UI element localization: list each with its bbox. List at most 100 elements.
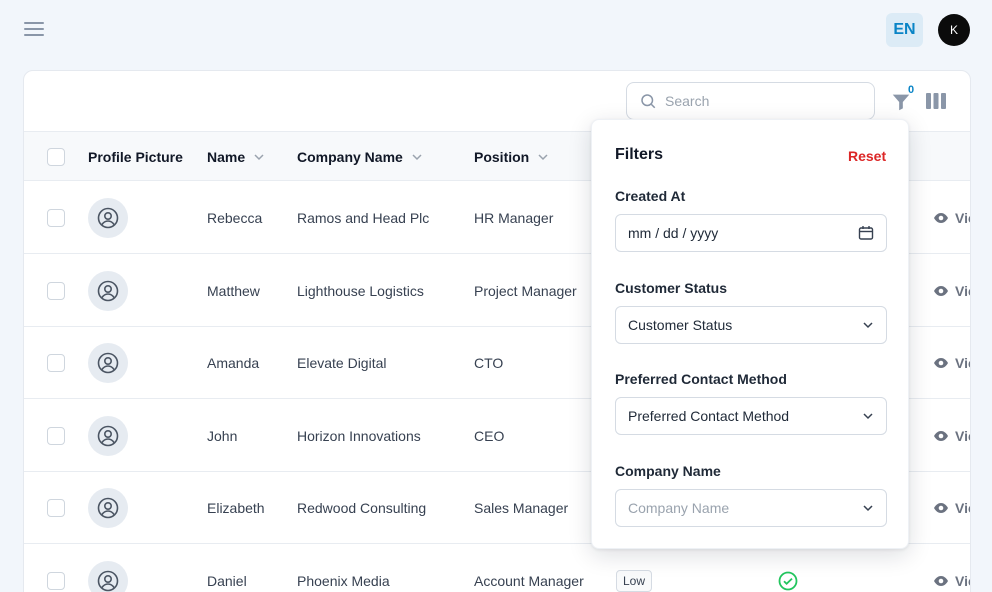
position-cell: HR Manager [474,210,554,226]
search-box[interactable] [626,82,875,120]
filters-panel: Filters Reset Created At mm / dd / yyyy … [591,119,909,549]
position-cell: CTO [474,355,504,371]
customer-status-select[interactable]: Customer Status [615,306,887,344]
search-input[interactable] [665,93,855,109]
calendar-icon[interactable] [858,225,874,241]
profile-picture-cell [88,182,128,254]
avatar [88,488,128,528]
name-cell: Amanda [207,355,260,371]
preferred-contact-label: Preferred Contact Method [615,371,787,387]
view-button[interactable]: Vie [933,572,970,589]
column-header-company-name[interactable]: Company Name [297,132,423,182]
view-button[interactable]: Vie [933,355,970,371]
eye-icon [934,430,948,441]
reset-filters-button[interactable]: Reset [848,148,886,164]
user-avatar-button[interactable]: K [938,14,970,46]
name-cell: Rebecca [207,210,263,226]
check-circle-icon [778,571,798,590]
view-action-cell: Vie [933,255,970,327]
eye-icon [934,503,948,513]
position-cell: Sales Manager [474,500,569,516]
row-select-cell [47,472,65,544]
user-icon [97,352,119,374]
avatar [88,198,128,238]
profile-picture-cell [88,545,128,592]
view-button[interactable]: Vie [933,427,970,444]
columns-toggle-icon[interactable] [926,93,946,109]
view-label: Vie [955,427,970,444]
company-cell: Elevate Digital [297,355,387,371]
row-checkbox[interactable] [47,281,65,300]
company-name-label: Company Name [615,463,721,479]
user-icon [97,280,119,301]
name-cell: Daniel [207,572,247,589]
view-button[interactable]: Vie [933,500,970,516]
company-cell: Horizon Innovations [297,427,421,444]
customer-status-label: Customer Status [615,280,728,296]
name-cell: John [207,427,238,444]
view-label: Vie [955,355,970,371]
created-at-date-input[interactable]: mm / dd / yyyy [615,214,887,252]
view-action-cell: Vie [933,182,970,254]
user-icon [97,207,119,229]
company-name-placeholder: Company Name [628,500,730,516]
created-at-placeholder: mm / dd / yyyy [628,225,719,241]
profile-picture-cell [88,327,128,399]
company-cell: Ramos and Head Plc [297,210,430,226]
view-button[interactable]: Vie [933,282,970,299]
chevron-down-icon [538,154,548,161]
eye-icon [934,358,948,368]
table-row[interactable]: Daniel Phoenix Media Account Manager Low Vie [24,545,970,592]
filter-count-badge: 0 [908,84,915,96]
user-icon [97,425,119,446]
chevron-down-icon [254,154,264,161]
view-button[interactable]: Vie [933,210,970,226]
position-cell: Account Manager [474,572,584,589]
select-all-cell [47,132,65,182]
avatar [88,560,128,592]
view-label: Vie [955,282,970,299]
row-select-cell [47,255,65,327]
column-header-profile-picture: Profile Picture [88,149,183,165]
view-label: Vie [955,572,970,589]
avatar [88,343,128,383]
company-name-select[interactable]: Company Name [615,489,887,527]
status-cell [778,545,798,592]
view-label: Vie [955,500,970,516]
preferred-contact-value: Preferred Contact Method [628,408,790,424]
row-select-cell [47,182,65,254]
view-action-cell: Vie [933,327,970,399]
user-icon [97,570,119,591]
priority-cell: Low [616,545,653,592]
priority-badge: Low [616,569,653,592]
name-cell: Matthew [207,282,260,299]
name-cell: Elizabeth [207,500,265,516]
avatar [88,270,128,311]
row-checkbox[interactable] [47,571,65,590]
customer-status-value: Customer Status [628,317,733,333]
chevron-down-icon [863,322,873,329]
filters-title: Filters [615,146,664,163]
row-checkbox[interactable] [47,354,65,372]
profile-picture-cell [88,255,128,327]
view-action-cell: Vie [933,472,970,544]
row-checkbox[interactable] [47,426,65,445]
preferred-contact-select[interactable]: Preferred Contact Method [615,397,887,435]
column-header-name[interactable]: Name [207,132,265,182]
eye-icon [934,285,948,296]
column-header-position[interactable]: Position [474,132,549,182]
chevron-down-icon [863,413,873,420]
hamburger-menu-icon[interactable] [24,22,44,38]
select-all-checkbox[interactable] [47,148,65,166]
eye-icon [934,575,948,586]
row-select-cell [47,400,65,472]
view-action-cell: Vie [933,545,970,592]
position-cell: Project Manager [474,282,577,299]
company-cell: Redwood Consulting [297,500,427,516]
avatar [88,415,128,456]
row-checkbox[interactable] [47,209,65,227]
chevron-down-icon [412,154,422,161]
row-checkbox[interactable] [47,499,65,517]
language-button[interactable]: EN [886,13,923,47]
row-select-cell [47,327,65,399]
